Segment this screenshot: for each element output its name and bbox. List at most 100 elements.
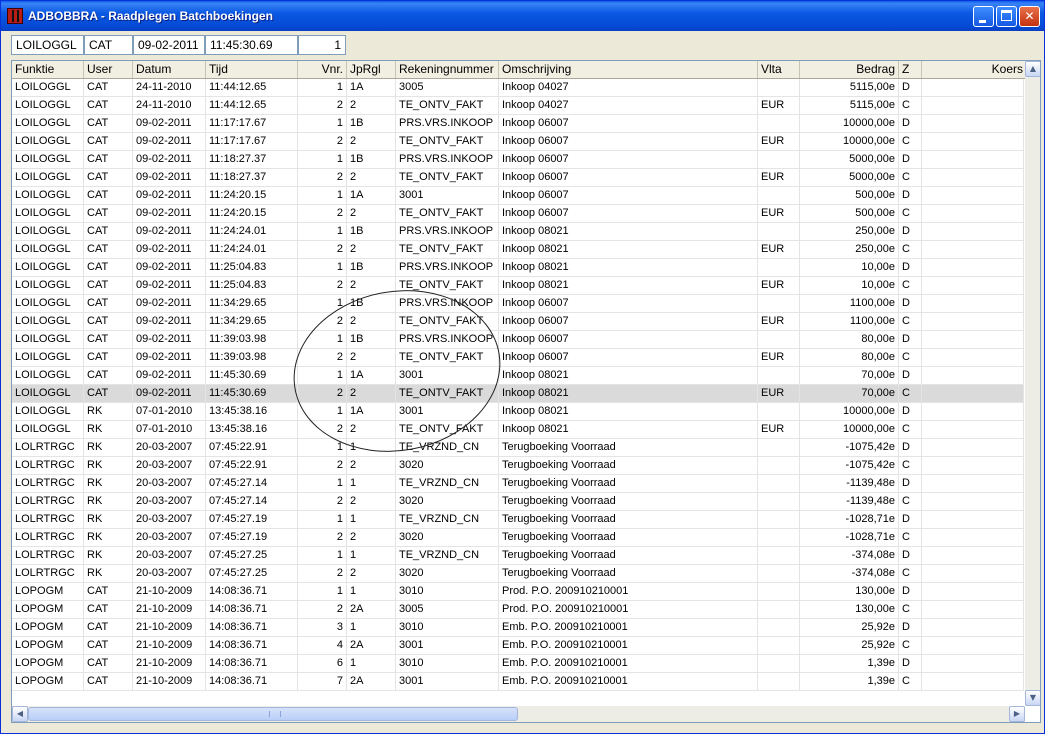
cell-bedrag: 5115,00e: [800, 97, 899, 114]
scroll-right-button[interactable]: ▶: [1009, 706, 1025, 722]
table-row[interactable]: LOILOGGL CAT 09-02-2011 11:24:20.15 2 2 TE_ONT…: [12, 205, 1024, 223]
table-row[interactable]: LOPOGM CAT 21-10-2009 14:08:36.71 3 1 3010 Emb.…: [12, 619, 1024, 637]
col-header-bedrag[interactable]: Bedrag: [800, 61, 899, 78]
table-row[interactable]: LOILOGGL CAT 09-02-2011 11:45:30.69 2 2 TE_ONT…: [12, 385, 1024, 403]
cell-koers: [922, 331, 1024, 348]
minimize-button[interactable]: [973, 6, 994, 27]
table-row[interactable]: LOILOGGL CAT 09-02-2011 11:34:29.65 2 2 TE_ONT…: [12, 313, 1024, 331]
table-row[interactable]: LOPOGM CAT 21-10-2009 14:08:36.71 2 2A 3005 Pro…: [12, 601, 1024, 619]
cell-koers: [922, 223, 1024, 240]
table-row[interactable]: LOILOGGL CAT 09-02-2011 11:39:03.98 2 2 TE_ONT…: [12, 349, 1024, 367]
arrow-left-icon: ◀: [16, 709, 24, 718]
cell-user: CAT: [84, 223, 133, 240]
cell-vnr: 2: [298, 277, 347, 294]
table-row[interactable]: LOLRTRGC RK 20-03-2007 07:45:22.91 2 2 3020 Ter…: [12, 457, 1024, 475]
horizontal-scrollbar[interactable]: ◀ ▶: [12, 706, 1025, 722]
cell-bedrag: -1139,48e: [800, 493, 899, 510]
table-row[interactable]: LOILOGGL CAT 09-02-2011 11:24:24.01 1 1B PRS.V…: [12, 223, 1024, 241]
cell-datum: 21-10-2009: [133, 637, 206, 654]
table-row[interactable]: LOILOGGL CAT 24-11-2010 11:44:12.65 1 1A 3005 I…: [12, 79, 1024, 97]
table-row[interactable]: LOILOGGL CAT 09-02-2011 11:24:24.01 2 2 TE_ONT…: [12, 241, 1024, 259]
maximize-button[interactable]: [996, 6, 1017, 27]
horizontal-scroll-thumb[interactable]: [28, 707, 518, 721]
table-row[interactable]: LOILOGGL CAT 09-02-2011 11:39:03.98 1 1B PRS.V…: [12, 331, 1024, 349]
table-row[interactable]: LOLRTRGC RK 20-03-2007 07:45:27.14 2 2 3020 Ter…: [12, 493, 1024, 511]
col-header-user[interactable]: User: [84, 61, 133, 78]
cell-user: RK: [84, 439, 133, 456]
table-row[interactable]: LOILOGGL CAT 09-02-2011 11:18:27.37 1 1B PRS.V…: [12, 151, 1024, 169]
table-row[interactable]: LOLRTRGC RK 20-03-2007 07:45:27.19 1 1 TE_VRZN…: [12, 511, 1024, 529]
col-header-vlta[interactable]: Vlta: [758, 61, 800, 78]
cell-omschrijving: Inkoop 08021: [499, 403, 758, 420]
table-row[interactable]: LOILOGGL CAT 09-02-2011 11:24:20.15 1 1A 3001 I…: [12, 187, 1024, 205]
col-header-z[interactable]: Z: [899, 61, 922, 78]
table-row[interactable]: LOPOGM CAT 21-10-2009 14:08:36.71 6 1 3010 Emb.…: [12, 655, 1024, 673]
col-header-koers[interactable]: Koers: [922, 61, 1026, 78]
col-header-jprgl[interactable]: JpRgl: [347, 61, 396, 78]
col-header-omschrijving[interactable]: Omschrijving: [499, 61, 758, 78]
cell-funktie: LOILOGGL: [12, 133, 84, 150]
cell-vlta: [758, 547, 800, 564]
scroll-down-button[interactable]: ▼: [1025, 690, 1040, 706]
cell-user: CAT: [84, 79, 133, 96]
cell-vnr: 2: [298, 385, 347, 402]
cell-user: CAT: [84, 169, 133, 186]
app-icon[interactable]: [7, 8, 23, 24]
cell-funktie: LOLRTRGC: [12, 475, 84, 492]
table-row[interactable]: LOPOGM CAT 21-10-2009 14:08:36.71 1 1 3010 Prod…: [12, 583, 1024, 601]
table-row[interactable]: LOPOGM CAT 21-10-2009 14:08:36.71 7 2A 3001 Emb…: [12, 673, 1024, 691]
cell-bedrag: 80,00e: [800, 349, 899, 366]
table-row[interactable]: LOILOGGL CAT 09-02-2011 11:25:04.83 1 1B PRS.V…: [12, 259, 1024, 277]
table-row[interactable]: LOILOGGL CAT 24-11-2010 11:44:12.65 2 2 TE_ONT…: [12, 97, 1024, 115]
table-row[interactable]: LOLRTRGC RK 20-03-2007 07:45:27.25 2 2 3020 Ter…: [12, 565, 1024, 583]
table-row[interactable]: LOILOGGL CAT 09-02-2011 11:45:30.69 1 1A 3001 I…: [12, 367, 1024, 385]
cell-bedrag: 250,00e: [800, 223, 899, 240]
cell-koers: [922, 619, 1024, 636]
cell-funktie: LOLRTRGC: [12, 565, 84, 582]
cell-vlta: [758, 187, 800, 204]
cell-z: C: [899, 421, 922, 438]
cell-funktie: LOILOGGL: [12, 403, 84, 420]
table-row[interactable]: LOILOGGL RK 07-01-2010 13:45:38.16 2 2 TE_ONTV…: [12, 421, 1024, 439]
title-bar[interactable]: ADBOBBRA - Raadplegen Batchboekingen ✕: [1, 1, 1044, 31]
table-row[interactable]: LOILOGGL RK 07-01-2010 13:45:38.16 1 1A 3001 In…: [12, 403, 1024, 421]
vertical-scrollbar[interactable]: ▲ ▼: [1025, 61, 1040, 706]
cell-jprgl: 1A: [347, 79, 396, 96]
table-row[interactable]: LOLRTRGC RK 20-03-2007 07:45:27.19 2 2 3020 Ter…: [12, 529, 1024, 547]
scroll-left-button[interactable]: ◀: [12, 706, 28, 722]
scroll-up-button[interactable]: ▲: [1025, 61, 1040, 77]
table-row[interactable]: LOILOGGL CAT 09-02-2011 11:18:27.37 2 2 TE_ONT…: [12, 169, 1024, 187]
close-button[interactable]: ✕: [1019, 6, 1040, 27]
cell-user: CAT: [84, 205, 133, 222]
table-row[interactable]: LOILOGGL CAT 09-02-2011 11:34:29.65 1 1B PRS.V…: [12, 295, 1024, 313]
cell-jprgl: 2: [347, 313, 396, 330]
table-row[interactable]: LOLRTRGC RK 20-03-2007 07:45:22.91 1 1 TE_VRZN…: [12, 439, 1024, 457]
cell-rekeningnummer: TE_ONTV_FAKT: [396, 277, 499, 294]
cell-bedrag: -1139,48e: [800, 475, 899, 492]
table-row[interactable]: LOLRTRGC RK 20-03-2007 07:45:27.25 1 1 TE_VRZN…: [12, 547, 1024, 565]
cell-tijd: 11:17:17.67: [206, 133, 298, 150]
col-header-datum[interactable]: Datum: [133, 61, 206, 78]
table-row[interactable]: LOPOGM CAT 21-10-2009 14:08:36.71 4 2A 3001 Emb…: [12, 637, 1024, 655]
cell-tijd: 13:45:38.16: [206, 403, 298, 420]
col-header-tijd[interactable]: Tijd: [206, 61, 298, 78]
app-window: ADBOBBRA - Raadplegen Batchboekingen ✕ L…: [0, 0, 1045, 734]
batch-grid[interactable]: Funktie User Datum Tijd Vnr. JpRgl Reken…: [11, 60, 1041, 723]
table-row[interactable]: LOLRTRGC RK 20-03-2007 07:45:27.14 1 1 TE_VRZN…: [12, 475, 1024, 493]
cell-omschrijving: Terugboeking Voorraad: [499, 529, 758, 546]
cell-tijd: 11:45:30.69: [206, 367, 298, 384]
cell-tijd: 11:18:27.37: [206, 169, 298, 186]
cell-jprgl: 1: [347, 583, 396, 600]
cell-z: D: [899, 583, 922, 600]
cell-tijd: 14:08:36.71: [206, 601, 298, 618]
col-header-funktie[interactable]: Funktie: [12, 61, 84, 78]
cell-tijd: 14:08:36.71: [206, 619, 298, 636]
table-row[interactable]: LOILOGGL CAT 09-02-2011 11:17:17.67 2 2 TE_ONT…: [12, 133, 1024, 151]
cell-jprgl: 2: [347, 565, 396, 582]
col-header-rekeningnummer[interactable]: Rekeningnummer: [396, 61, 499, 78]
cell-omschrijving: Inkoop 08021: [499, 259, 758, 276]
table-row[interactable]: LOILOGGL CAT 09-02-2011 11:25:04.83 2 2 TE_ONT…: [12, 277, 1024, 295]
table-row[interactable]: LOILOGGL CAT 09-02-2011 11:17:17.67 1 1B PRS.V…: [12, 115, 1024, 133]
cell-rekeningnummer: 3010: [396, 619, 499, 636]
col-header-vnr[interactable]: Vnr.: [298, 61, 347, 78]
